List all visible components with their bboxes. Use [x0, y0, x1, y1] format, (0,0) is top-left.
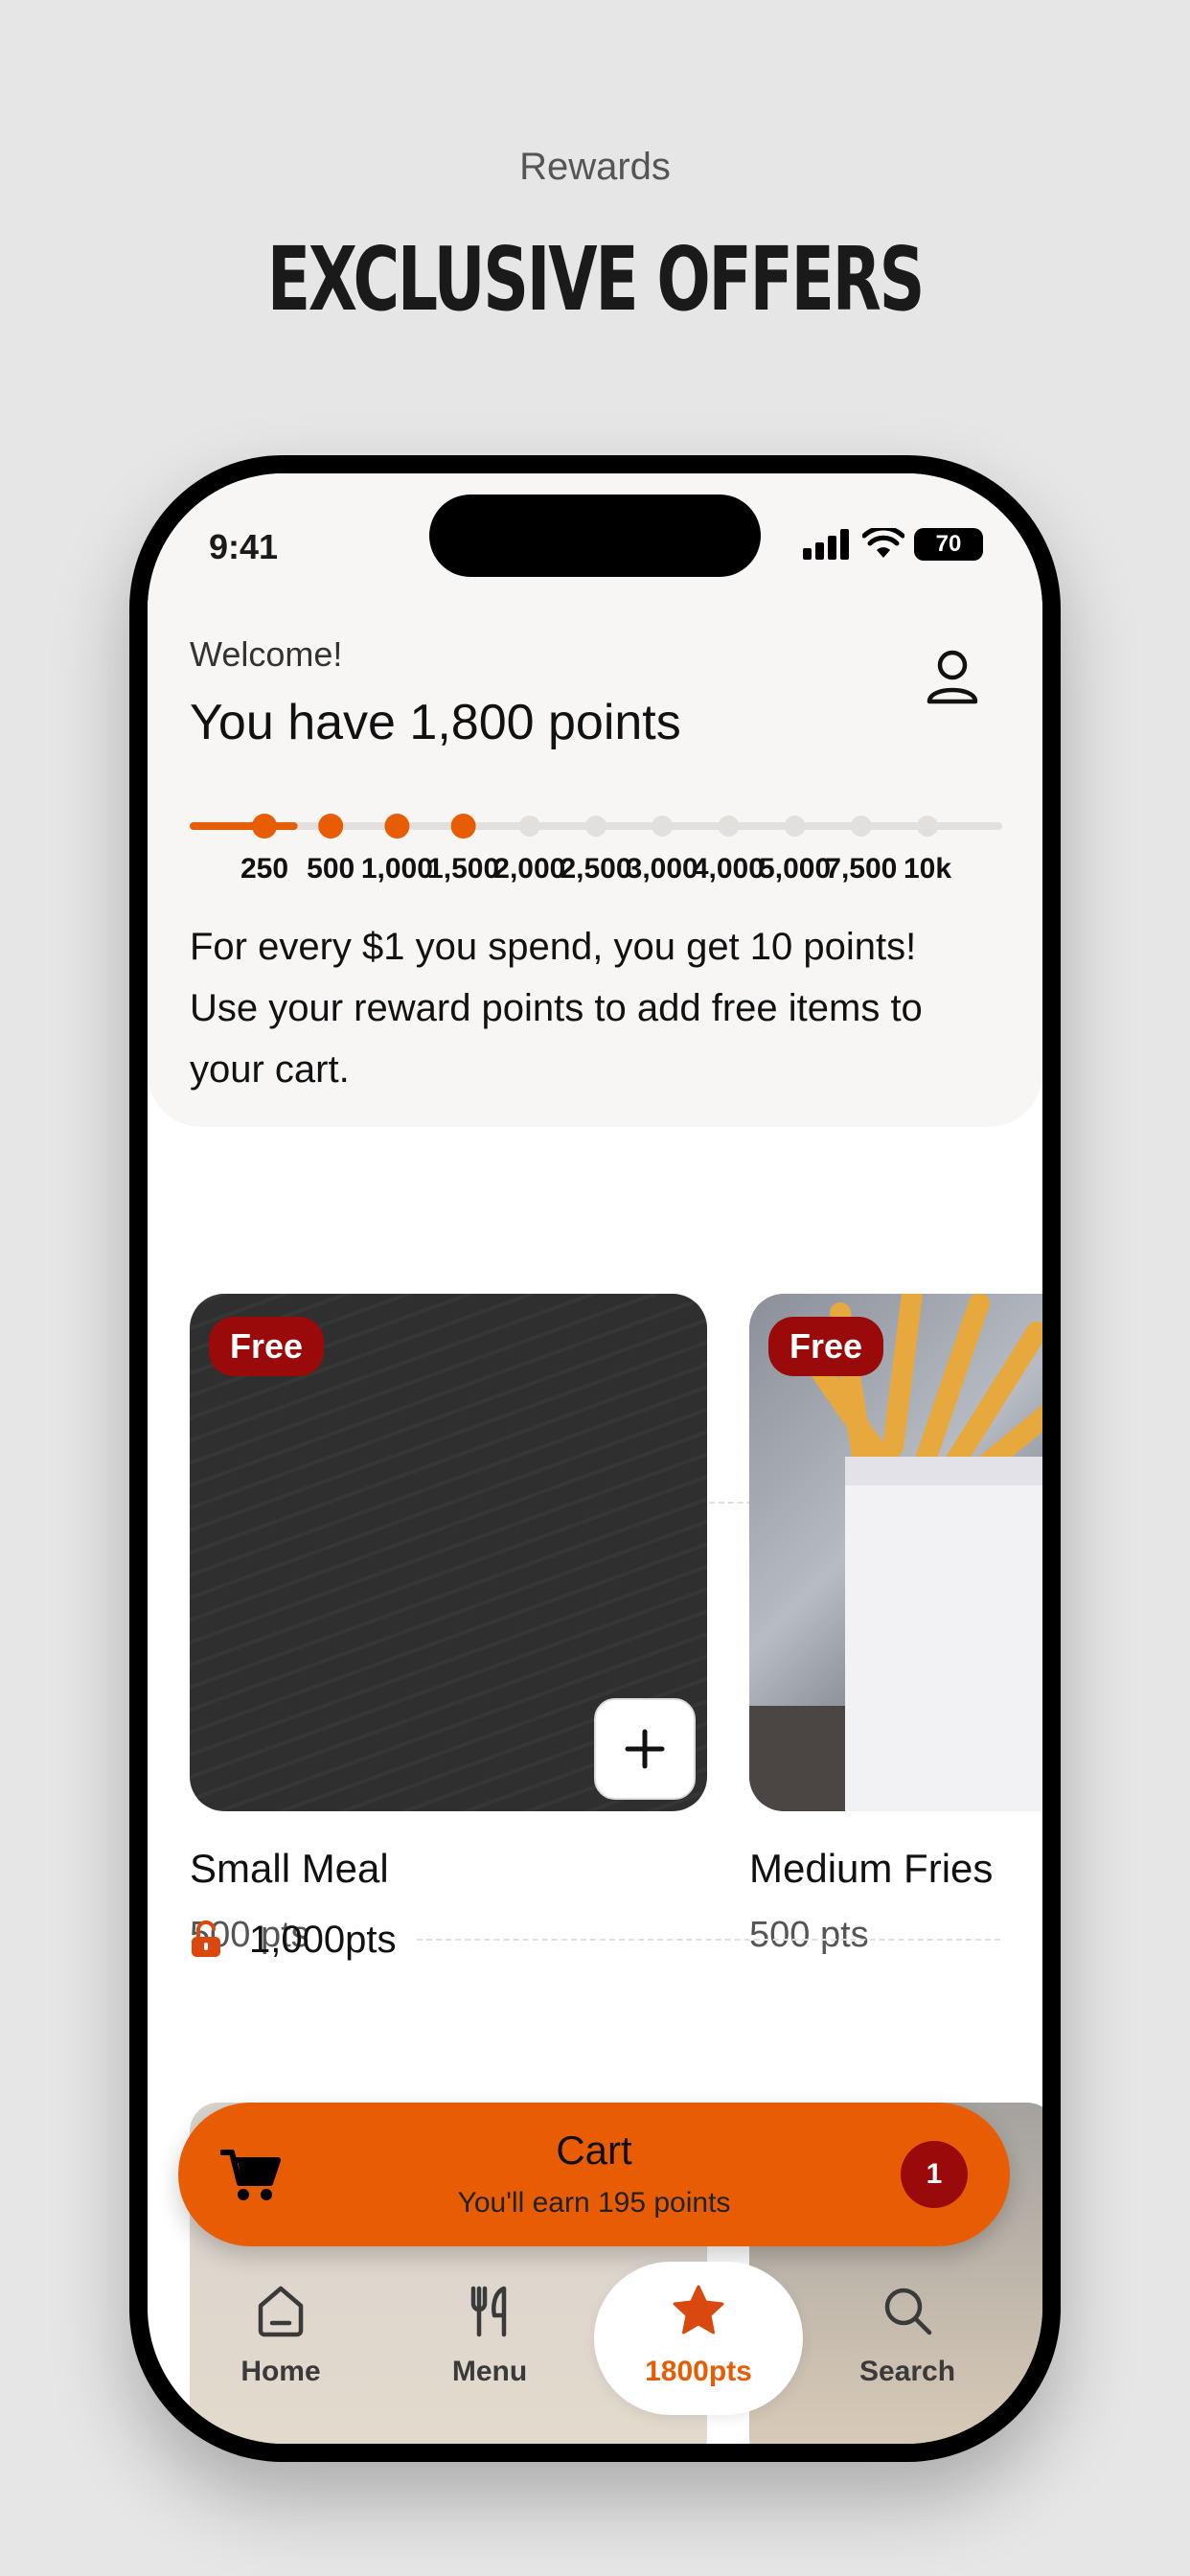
tab-label: 1800pts: [645, 2356, 752, 2387]
tab-label: Home: [240, 2356, 321, 2387]
milestone-dot: [917, 816, 938, 837]
milestone-dot: [585, 816, 606, 837]
cart-count-badge: 1: [901, 2141, 968, 2208]
item-image: Free: [190, 1294, 707, 1811]
milestone-dot: [718, 816, 740, 837]
milestone-labels: 250 500 1,000 1,500 2,000 2,500 3,000 4,000 5,00…: [190, 853, 1002, 891]
add-button[interactable]: [594, 1698, 696, 1800]
wifi-icon: [862, 528, 904, 558]
milestone-label: 1,500: [427, 853, 500, 885]
milestone-label: 2,500: [560, 853, 632, 885]
milestone-label: 2,000: [493, 853, 566, 885]
points-total: You have 1,800 points: [190, 695, 681, 750]
free-badge: Free: [768, 1317, 884, 1376]
promo-subtitle: Rewards: [519, 146, 671, 188]
status-icons: 70: [803, 523, 983, 565]
welcome-text: Welcome!: [190, 634, 343, 674]
tab-bar: Home Menu 1800pts Search: [148, 2262, 1042, 2444]
reward-card-medium-fries[interactable]: Free Medium Fries 500 pts: [749, 1294, 1042, 1956]
milestone-dot: [384, 814, 410, 839]
milestone-label: 500: [307, 853, 355, 885]
tab-menu[interactable]: Menu: [385, 2262, 594, 2415]
utensils-icon: [470, 2286, 507, 2337]
tab-label: Menu: [451, 2356, 528, 2387]
tab-rewards[interactable]: 1800pts: [594, 2262, 803, 2415]
item-image: Free: [749, 1294, 1042, 1811]
milestone-dot: [652, 816, 674, 837]
milestone-label: 10k: [903, 853, 952, 885]
milestone-label: 7,500: [825, 853, 898, 885]
milestone-label: 5,000: [759, 853, 832, 885]
milestone-label: 3,000: [626, 853, 698, 885]
battery-icon: 70: [914, 528, 983, 561]
tab-home[interactable]: Home: [176, 2262, 385, 2415]
milestone-dot: [252, 814, 277, 839]
reward-card-small-meal[interactable]: Free Small Meal 500 pts: [190, 1294, 707, 1956]
tab-label: Search: [858, 2356, 956, 2387]
search-icon: [884, 2288, 932, 2335]
points-header-card: 9:41 70 Welcome! You have 1,800 points 2…: [148, 473, 1042, 1127]
star-icon: [673, 2285, 724, 2334]
milestone-dot: [318, 814, 344, 839]
milestone-label: 1,000: [360, 853, 433, 885]
app-screen: 9:41 70 Welcome! You have 1,800 points 2…: [148, 473, 1042, 2444]
tab-search[interactable]: Search: [803, 2262, 1012, 2415]
milestone-dot: [784, 816, 806, 837]
cart-title: Cart: [556, 2128, 632, 2173]
item-name: Medium Fries: [749, 1846, 994, 1891]
milestone-label: 4,000: [692, 853, 765, 885]
milestone-dot: [518, 816, 540, 837]
plus-icon: [625, 1729, 665, 1769]
phone-frame: 9:41 70 Welcome! You have 1,800 points 2…: [129, 455, 1061, 2462]
home-icon: [258, 2286, 304, 2337]
points-info-text: For every $1 you spend, you get 10 point…: [190, 926, 923, 1091]
milestone-dot: [850, 816, 872, 837]
cart-button[interactable]: Cart You'll earn 195 points 1: [178, 2103, 1010, 2246]
promo-title: EXCLUSIVE OFFERS: [266, 228, 926, 331]
dynamic-island: [429, 494, 761, 577]
section-header-1000: 1,000pts: [190, 1911, 1000, 1968]
free-badge: Free: [209, 1317, 325, 1376]
item-name: Small Meal: [190, 1846, 389, 1891]
cart-earn-points: You'll earn 195 points: [457, 2187, 731, 2219]
section-label: 1,000pts: [249, 1918, 397, 1961]
progress-fill: [190, 822, 298, 830]
milestone-dot: [450, 814, 476, 839]
unlock-icon: [192, 1920, 220, 1957]
signal-icon: [803, 529, 849, 560]
profile-icon[interactable]: [926, 648, 979, 705]
divider: [417, 1939, 1000, 1941]
milestone-label: 250: [240, 853, 289, 885]
status-time: 9:41: [209, 527, 279, 566]
